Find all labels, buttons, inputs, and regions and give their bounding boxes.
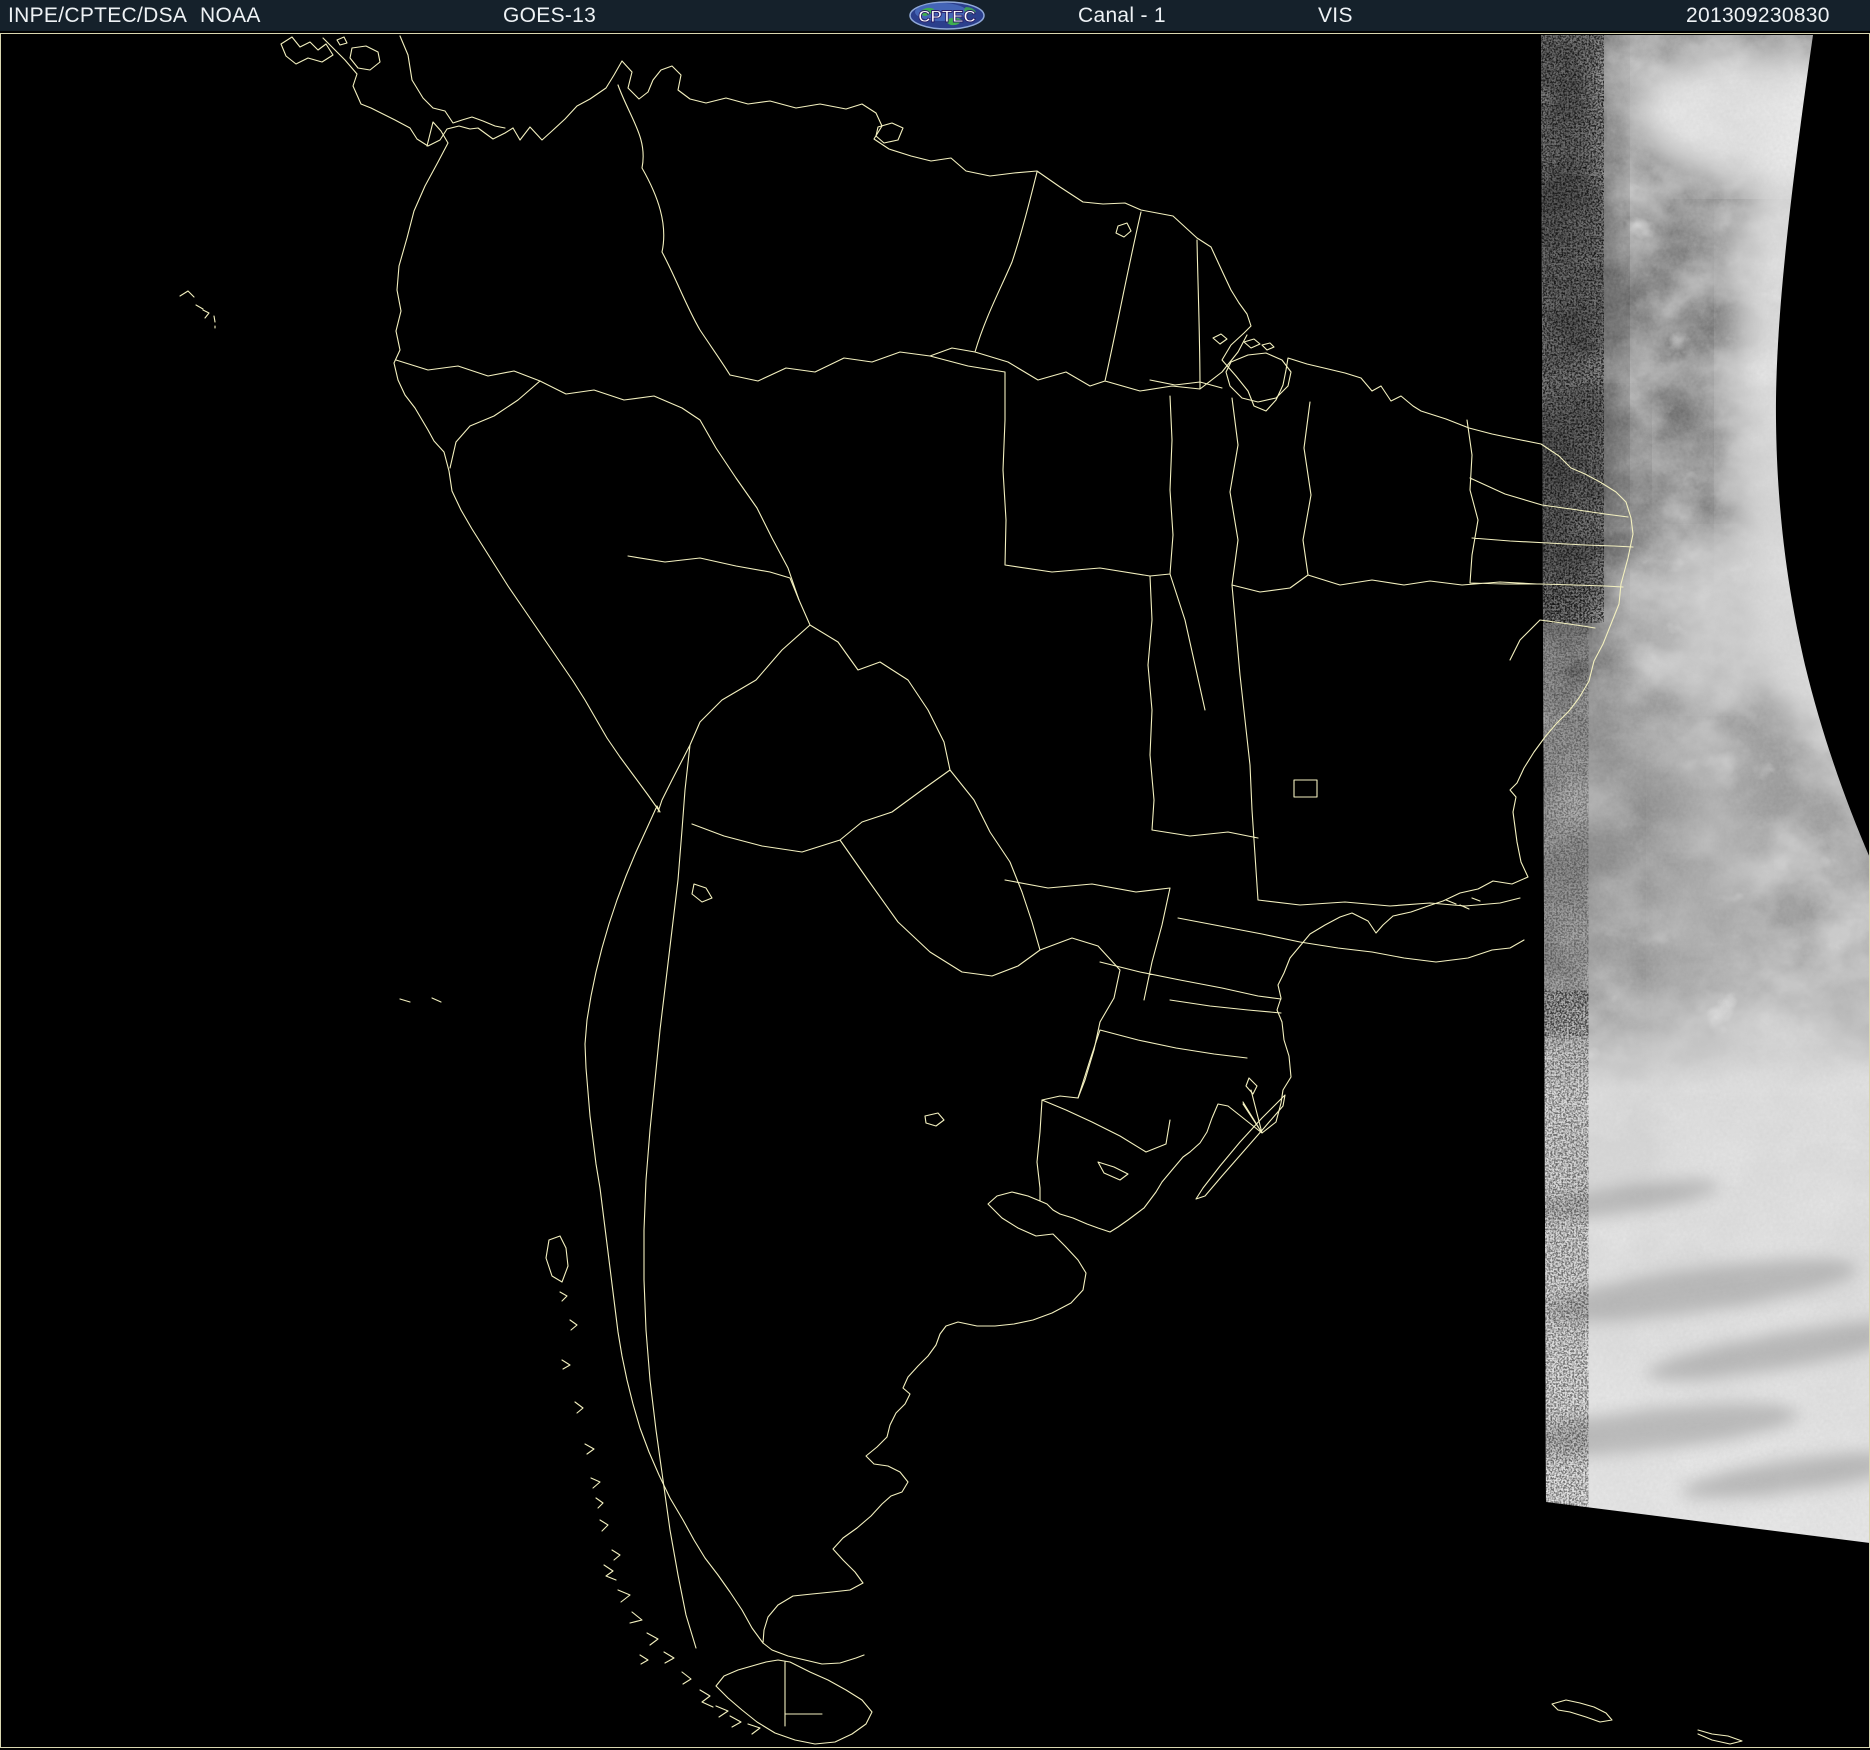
timestamp-label: 201309230830 xyxy=(1686,4,1830,27)
channel-label: Canal - 1 xyxy=(1078,4,1166,27)
satellite-image xyxy=(0,0,1870,1750)
logo-text: CPTEC xyxy=(918,7,976,26)
noaa-label: NOAA xyxy=(200,4,261,27)
screenshot-root: { "header": { "agency": "INPE/CPTEC/DSA"… xyxy=(0,0,1870,1750)
cptec-logo: CPTEC xyxy=(908,1,986,30)
satellite-label: GOES-13 xyxy=(503,4,596,27)
band-label: VIS xyxy=(1318,4,1353,27)
daylight-cloud-band xyxy=(1499,0,1870,1545)
band-bottom-night xyxy=(1546,1502,1870,1747)
agency-label: INPE/CPTEC/DSA xyxy=(8,4,187,27)
title-bar: INPE/CPTEC/DSA NOAA GOES-13 CPTEC Canal … xyxy=(0,0,1870,31)
